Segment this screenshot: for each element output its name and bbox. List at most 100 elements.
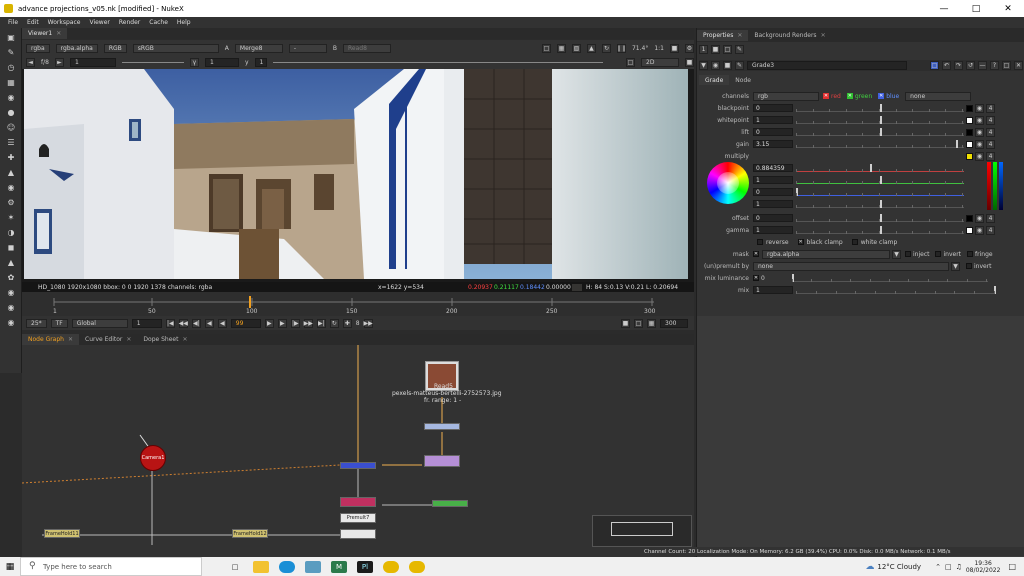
- max-panels-icon[interactable]: 1: [699, 44, 708, 54]
- weather-text[interactable]: 12°C Cloudy: [877, 563, 921, 571]
- stop-icon[interactable]: ■: [621, 318, 630, 328]
- close-panel-icon[interactable]: ✕: [1014, 61, 1023, 70]
- viewer-settings-icon[interactable]: ⚙: [685, 43, 694, 53]
- reverse-checkbox[interactable]: [757, 239, 763, 245]
- skip-forward-icon[interactable]: ▶▶: [363, 318, 373, 328]
- mask-dropdown[interactable]: rgba.alpha: [762, 249, 890, 259]
- undo-icon[interactable]: ↶: [942, 61, 951, 70]
- whitepoint-swatch[interactable]: [966, 116, 973, 124]
- reformat-node[interactable]: [424, 423, 460, 430]
- pause-icon[interactable]: ❙❙: [616, 43, 627, 53]
- blackpoint-slider[interactable]: [796, 104, 964, 112]
- task-view-icon[interactable]: □: [227, 561, 243, 573]
- notifications-icon[interactable]: □: [1008, 562, 1016, 571]
- offset-swatch[interactable]: [966, 214, 973, 222]
- offset-split-icon[interactable]: 4: [986, 213, 995, 223]
- fringe-checkbox[interactable]: [967, 251, 974, 257]
- multiply-swatch[interactable]: [966, 152, 973, 160]
- channels-extra-dropdown[interactable]: none: [905, 91, 972, 101]
- framehold12-node[interactable]: FrameHold12: [232, 529, 268, 538]
- viewer-viewport[interactable]: [22, 69, 694, 282]
- compare-op-dropdown[interactable]: -: [288, 43, 327, 53]
- play-backward-icon[interactable]: ◀: [217, 318, 227, 328]
- multiply-a-field[interactable]: 1: [753, 200, 793, 208]
- green-level-bar[interactable]: [993, 162, 997, 210]
- gamma-split-icon[interactable]: 4: [986, 225, 995, 235]
- filter-nodes-icon[interactable]: ●: [5, 106, 17, 118]
- display-channel-dropdown[interactable]: RGB: [103, 43, 127, 53]
- close-icon[interactable]: ✕: [56, 30, 61, 37]
- collapse-icon[interactable]: ▼: [699, 61, 708, 70]
- gain-slider[interactable]: [121, 62, 184, 63]
- tab-curve-editor[interactable]: Curve Editor ✕: [79, 334, 137, 345]
- subtab-grade[interactable]: Grade: [699, 75, 730, 85]
- multiply-picker-icon[interactable]: ◉: [975, 151, 984, 161]
- gamma-knob-field[interactable]: 1: [753, 226, 793, 234]
- views-nodes-icon[interactable]: ◉: [5, 181, 17, 193]
- lift-slider[interactable]: [796, 128, 964, 136]
- prev-increment-icon[interactable]: ◀|: [191, 318, 201, 328]
- offset-picker-icon[interactable]: ◉: [975, 213, 984, 223]
- close-icon[interactable]: ✕: [182, 336, 187, 343]
- node-name-field[interactable]: Grade3: [747, 61, 907, 70]
- menu-file[interactable]: File: [8, 19, 18, 26]
- close-icon[interactable]: ✕: [821, 32, 826, 39]
- input-b-dropdown[interactable]: Read8: [343, 43, 392, 53]
- lut-dropdown[interactable]: sRGB: [132, 43, 219, 53]
- other-nodes-icon[interactable]: ▲: [5, 256, 17, 268]
- close-icon[interactable]: ✕: [68, 336, 73, 343]
- multiply-b-field[interactable]: 0: [753, 188, 793, 196]
- close-icon[interactable]: ✕: [126, 336, 131, 343]
- maximize-button[interactable]: □: [960, 0, 992, 17]
- metadata-nodes-icon[interactable]: ⚙: [5, 196, 17, 208]
- clip-warning-icon[interactable]: ▲: [586, 43, 596, 53]
- white-clamp-checkbox[interactable]: [851, 239, 858, 245]
- offset-field[interactable]: 0: [753, 214, 793, 222]
- project3d-node[interactable]: [340, 462, 376, 469]
- lift-picker-icon[interactable]: ◉: [975, 127, 984, 137]
- multiply-r-slider[interactable]: [796, 164, 964, 172]
- tab-viewer1[interactable]: Viewer1 ✕: [22, 28, 68, 39]
- mix-luminance-checkbox[interactable]: ✕: [753, 275, 759, 281]
- lift-swatch[interactable]: [966, 128, 973, 136]
- gamma-icon[interactable]: γ: [189, 58, 199, 67]
- channels-knob-dropdown[interactable]: rgb: [753, 91, 819, 101]
- furnace-nodes-icon[interactable]: ✿: [5, 271, 17, 283]
- menu-edit[interactable]: Edit: [27, 19, 39, 26]
- revert-icon[interactable]: ↺: [966, 61, 975, 70]
- premult7-node[interactable]: Premult7: [340, 513, 376, 523]
- gamma-field[interactable]: 1: [254, 58, 267, 67]
- close-button[interactable]: ✕: [992, 0, 1024, 17]
- mask-overlay-icon[interactable]: □: [626, 58, 635, 67]
- view-mode-dropdown[interactable]: 2D: [641, 58, 679, 67]
- offset-slider[interactable]: [796, 214, 964, 222]
- gamma-swatch[interactable]: [966, 226, 973, 234]
- cache-icon[interactable]: ▦: [647, 318, 656, 328]
- refresh-icon[interactable]: ↻: [601, 43, 611, 53]
- range-dropdown[interactable]: Global: [71, 318, 128, 328]
- scanline-render-node[interactable]: [340, 529, 376, 539]
- transform-nodes-icon[interactable]: ✚: [5, 151, 17, 163]
- float-panel-icon[interactable]: □: [723, 44, 732, 54]
- blackpoint-swatch[interactable]: [966, 104, 973, 112]
- keyer-nodes-icon[interactable]: ☺: [5, 121, 17, 133]
- gamma-knob-slider[interactable]: [796, 226, 964, 234]
- flipbook-icon[interactable]: □: [634, 318, 643, 328]
- lock-icon[interactable]: ■: [670, 43, 679, 53]
- downscale-icon[interactable]: ▧: [571, 43, 581, 53]
- multiply-g-slider[interactable]: [796, 176, 964, 184]
- fstop-arrow-icon[interactable]: ◄: [26, 58, 35, 67]
- nuke-taskbar-icon-2[interactable]: [409, 560, 425, 573]
- image-nodes-icon[interactable]: ▣: [5, 31, 17, 43]
- red-checkbox[interactable]: ✕: [823, 93, 829, 99]
- toolsets-icon[interactable]: ◼: [5, 241, 17, 253]
- current-frame-field[interactable]: 99: [230, 318, 261, 328]
- float-icon[interactable]: □: [1002, 61, 1011, 70]
- 3d-nodes-icon[interactable]: ▲: [5, 166, 17, 178]
- taskbar-search-box[interactable]: ⚲ Type here to search: [20, 557, 202, 576]
- particles-nodes-icon[interactable]: ✶: [5, 211, 17, 223]
- clear-panels-icon[interactable]: ✎: [735, 44, 744, 54]
- input-a-dropdown[interactable]: Merge8: [234, 43, 283, 53]
- whitepoint-picker-icon[interactable]: ◉: [975, 115, 984, 125]
- cara-vr-icon[interactable]: ◉: [5, 301, 17, 313]
